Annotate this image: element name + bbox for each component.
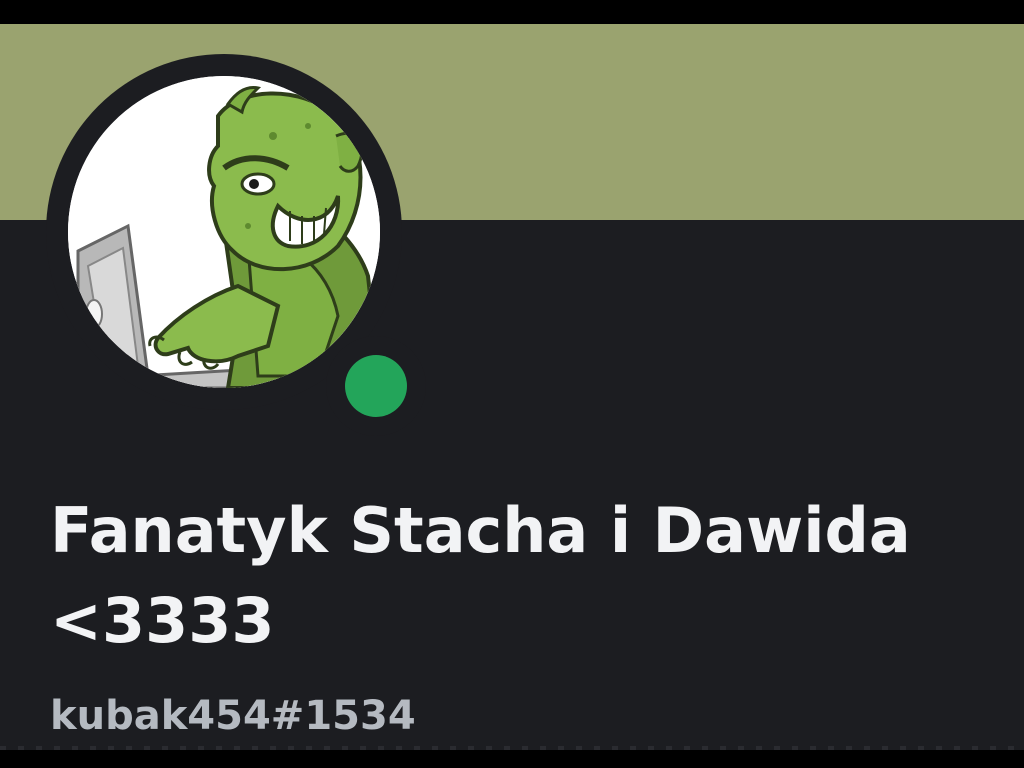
ogre-at-laptop-avatar-icon	[68, 76, 380, 388]
avatar-ring	[46, 54, 426, 436]
card-bottom-edge	[0, 746, 1024, 750]
username-tag[interactable]: kubak454#1534	[50, 688, 416, 744]
display-name: Fanatyk Stacha i Dawida <3333	[50, 494, 911, 657]
online-status-icon	[345, 355, 407, 417]
user-profile-card: Fanatyk Stacha i Dawida <3333 kubak454#1…	[0, 24, 1024, 750]
avatar[interactable]	[68, 76, 380, 388]
status-indicator-ring	[326, 336, 426, 436]
